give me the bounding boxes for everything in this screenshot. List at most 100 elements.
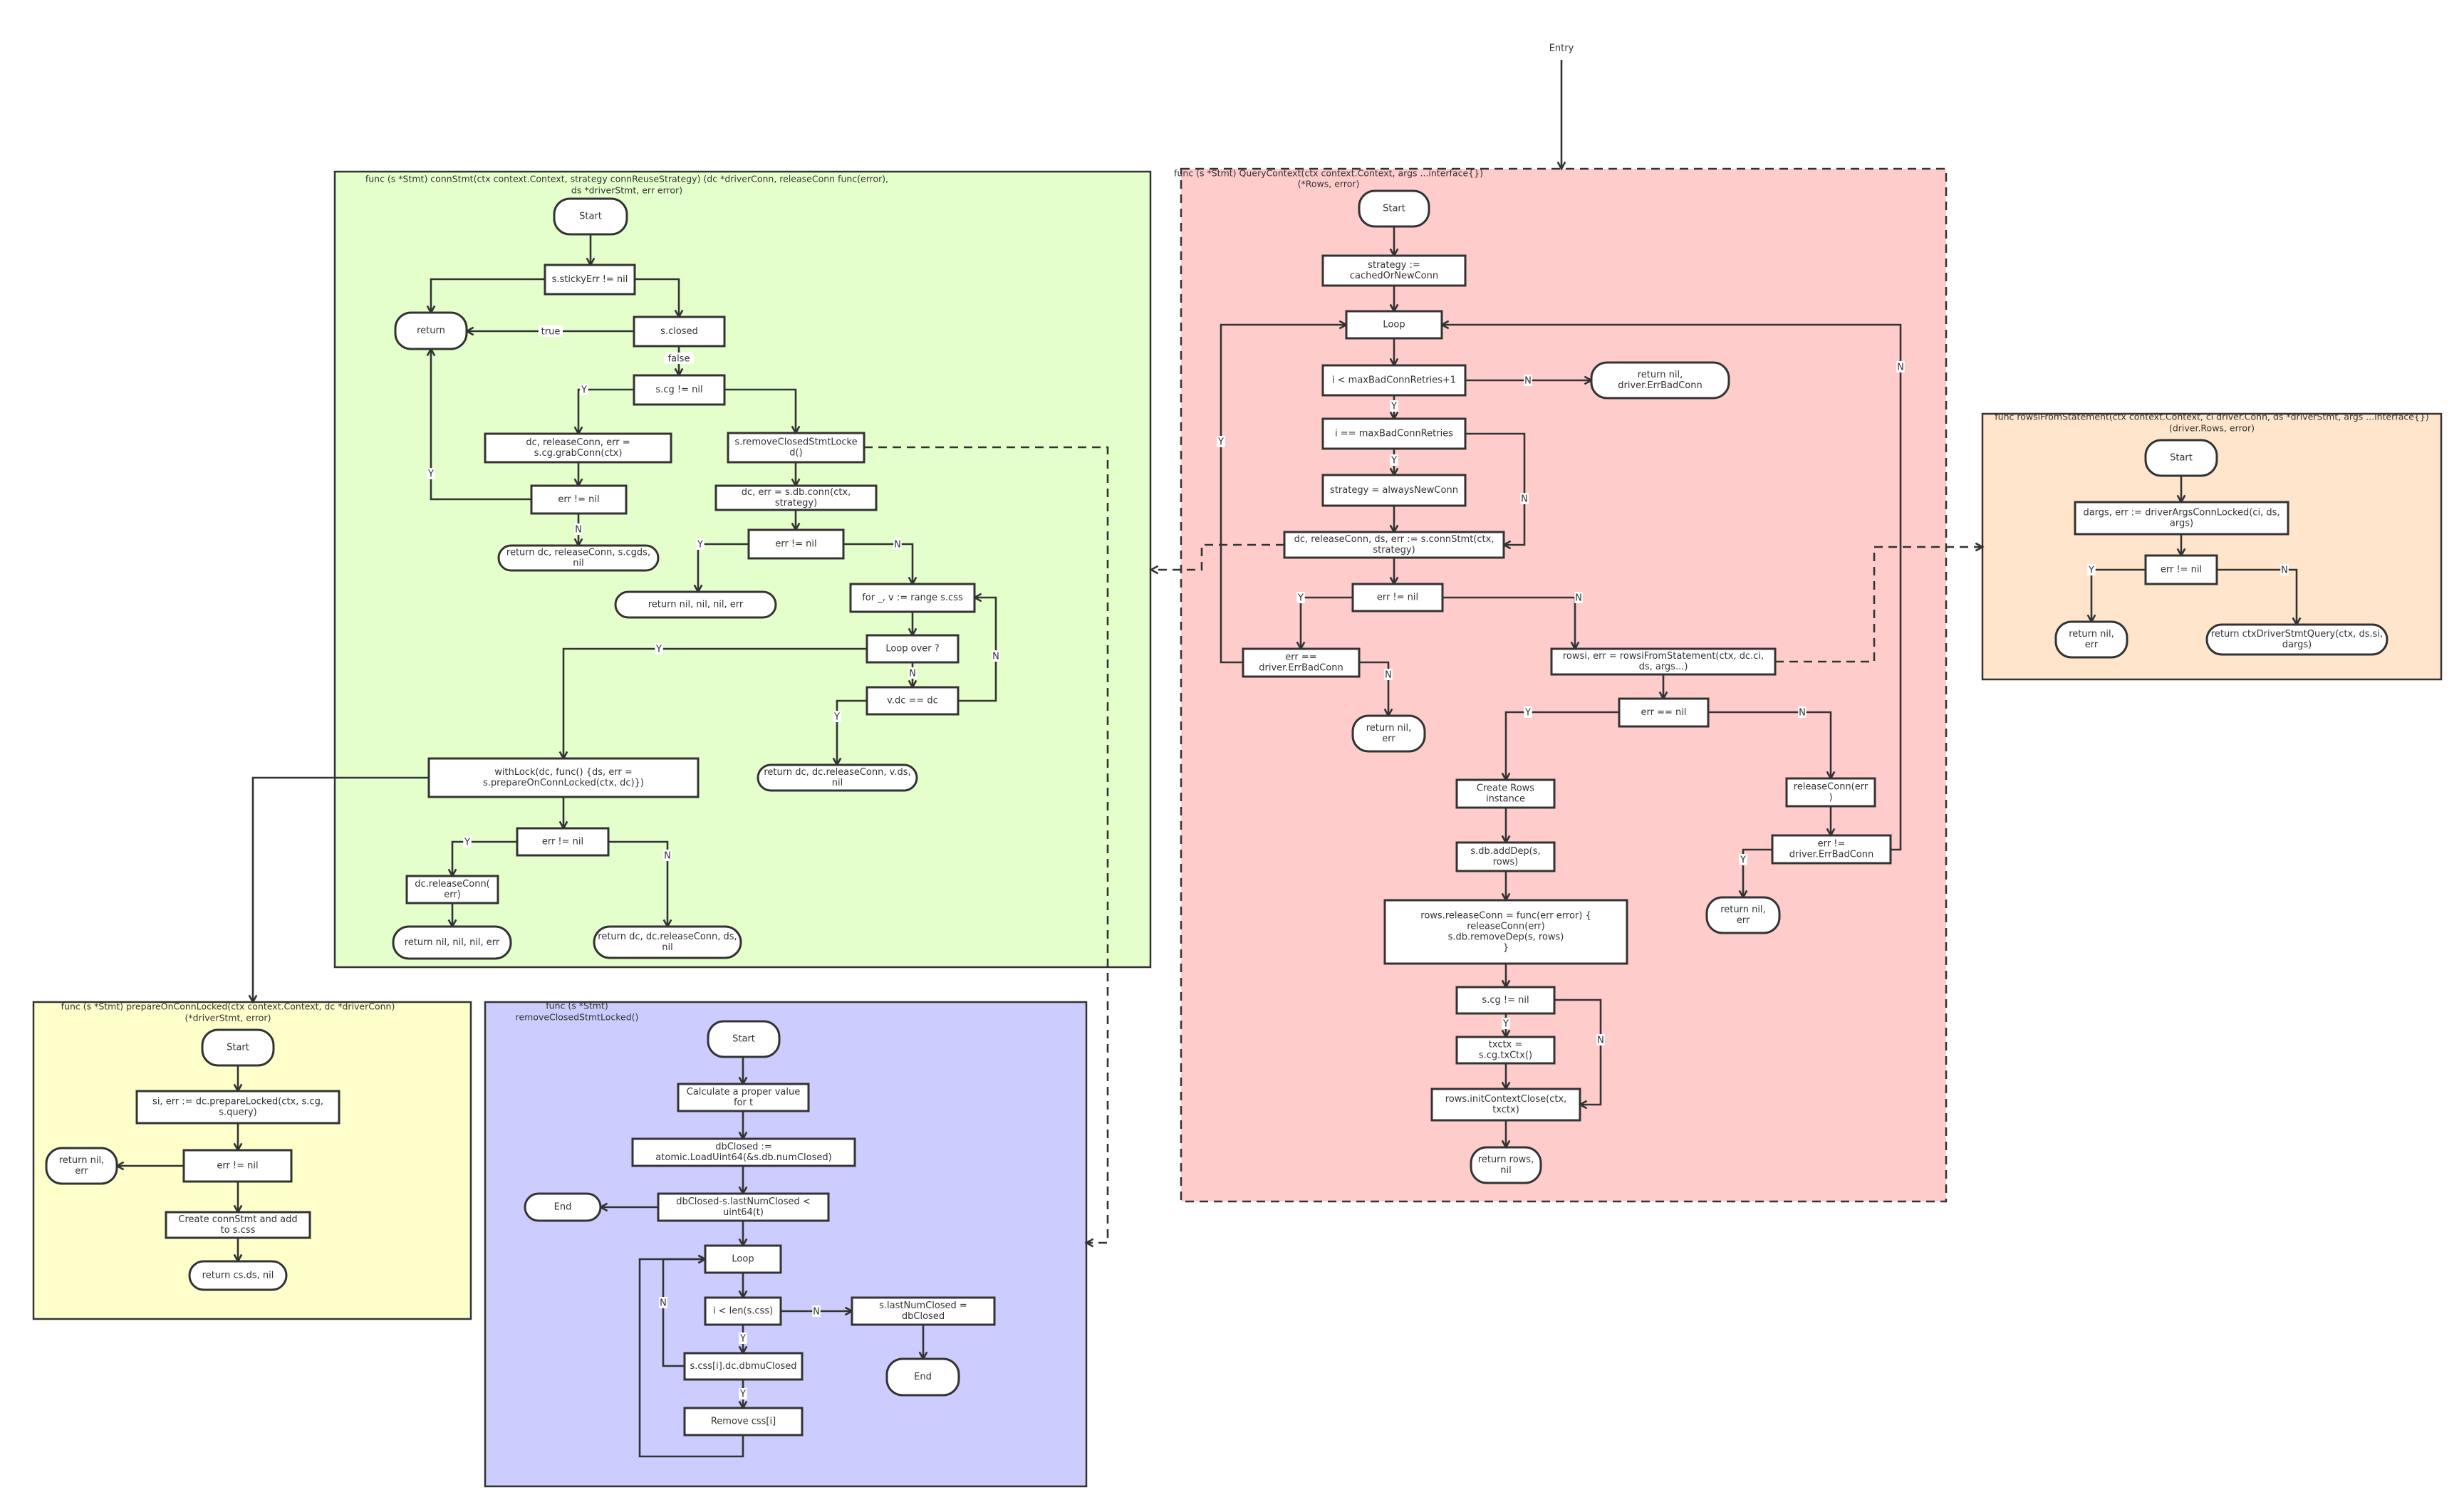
edge-label: N <box>2280 564 2289 576</box>
node-cs-return-nil-1[interactable]: return nil, nil, nil, err <box>614 590 777 619</box>
node-text: Start <box>2170 453 2193 464</box>
edge-label-text: N <box>1524 376 1532 387</box>
edge-label: N <box>908 667 917 679</box>
node-text: err == nil <box>1641 707 1687 718</box>
node-pc-return-cs[interactable]: return cs.ds, nil <box>188 1260 288 1291</box>
node-cs-return[interactable]: return <box>394 311 468 350</box>
node-cs-db-conn[interactable]: dc, err = s.db.conn(ctx,strategy) <box>714 484 878 511</box>
node-qc-init-close[interactable]: rows.initContextClose(ctx,txctx) <box>1430 1088 1581 1122</box>
node-qc-err-nil[interactable]: err == nil <box>1618 697 1710 728</box>
node-qc-release-func[interactable]: rows.releaseConn = func(err error) {rele… <box>1383 899 1628 965</box>
node-text: driver.ErrBadConn <box>1789 850 1874 860</box>
node-pc-start[interactable]: Start <box>201 1028 275 1067</box>
node-qc-return-bad-conn[interactable]: return nil,driver.ErrBadConn <box>1590 361 1730 400</box>
node-qc-rowsi-call[interactable]: rowsi, err = rowsiFromStatement(ctx, dc.… <box>1550 647 1777 676</box>
edge-label-text: true <box>541 327 561 338</box>
node-pc-create-conn-stmt[interactable]: Create connStmt and addto s.css <box>165 1211 311 1239</box>
node-qc-return-nil-err-1[interactable]: return nil,err <box>1351 714 1426 753</box>
node-cs-grab-conn[interactable]: dc, releaseConn, err =s.cg.grabConn(ctx) <box>484 432 672 464</box>
node-qc-err-bad-conn[interactable]: err ==driver.ErrBadConn <box>1242 647 1361 678</box>
edge-label: Y <box>427 468 435 480</box>
node-qc-return-rows[interactable]: return rows,nil <box>1470 1146 1542 1184</box>
node-cs-start[interactable]: Start <box>553 197 628 236</box>
node-text: End <box>914 1372 932 1382</box>
node-rc-len-check[interactable]: i < len(s.css) <box>704 1296 782 1326</box>
node-pc-prepare-locked[interactable]: si, err := dc.prepareLocked(ctx, s.cg,s.… <box>135 1090 341 1125</box>
node-rc-calc-t[interactable]: Calculate a proper valuefor t <box>677 1083 810 1112</box>
flowchart-canvas: func (s *Stmt) QueryContext(ctx context.… <box>32 43 2443 1488</box>
node-qc-conn-stmt-call[interactable]: dc, releaseConn, ds, err := s.connStmt(c… <box>1283 531 1505 559</box>
node-qc-strategy-always[interactable]: strategy = alwaysNewConn <box>1321 474 1467 507</box>
node-rc-threshold-check[interactable]: dbClosed-s.lastNumClosed <uint64(t) <box>657 1192 830 1222</box>
node-cs-release-conn[interactable]: dc.releaseConn(err) <box>405 875 499 904</box>
edge-label-text: Y <box>2088 565 2094 576</box>
node-cs-err-check-2[interactable]: err != nil <box>747 528 845 560</box>
node-cs-cg-check[interactable]: s.cg != nil <box>633 374 726 406</box>
node-cs-loop-over[interactable]: Loop over ? <box>865 634 960 664</box>
node-qc-last-retry-check[interactable]: i == maxBadConnRetries <box>1321 417 1467 450</box>
node-text: s.cg.txCtx() <box>1479 1050 1532 1061</box>
node-rc-set-last[interactable]: s.lastNumClosed =dbClosed <box>851 1296 996 1326</box>
node-rc-end-2[interactable]: End <box>885 1357 960 1397</box>
node-rc-loop[interactable]: Loop <box>704 1244 782 1274</box>
edge-label: false <box>664 353 694 365</box>
node-text: err != nil <box>1377 593 1418 603</box>
node-qc-start[interactable]: Start <box>1358 189 1430 228</box>
node-cs-sticky-err[interactable]: s.stickyErr != nil <box>544 264 636 296</box>
node-text: cachedOrNewConn <box>1350 271 1438 281</box>
node-cs-for-range[interactable]: for _, v := range s.css <box>849 583 976 613</box>
node-rc-db-closed[interactable]: dbClosed :=atomic.LoadUint64(&s.db.numCl… <box>631 1137 856 1167</box>
node-qc-err-not-bad-conn[interactable]: err !=driver.ErrBadConn <box>1771 834 1892 865</box>
edge-label-text: N <box>894 540 901 551</box>
panel-title-line: func (s *Stmt) connStmt(ctx context.Cont… <box>365 174 888 184</box>
node-text: dc.releaseConn( <box>415 879 490 890</box>
node-text: Loop <box>732 1254 754 1265</box>
node-cs-err-check-3[interactable]: err != nil <box>516 827 610 857</box>
node-qc-strategy-init[interactable]: strategy :=cachedOrNewConn <box>1321 254 1467 287</box>
edge-label: Y <box>463 836 472 848</box>
node-rs-dargs[interactable]: dargs, err := driverArgsConnLocked(ci, d… <box>2074 501 2289 536</box>
node-cs-with-lock[interactable]: withLock(dc, func() {ds, err =s.prepareO… <box>427 757 700 798</box>
node-pc-return-nil-err[interactable]: return nil,err <box>45 1147 118 1185</box>
edge-label-text: false <box>668 354 690 365</box>
node-cs-return-cgds[interactable]: return dc, releaseConn, s.cgds,nil <box>497 544 660 572</box>
node-cs-return-vds[interactable]: return dc, dc.releaseConn, v.ds,nil <box>757 763 918 792</box>
node-text: s.stickyErr != nil <box>552 274 628 285</box>
node-text: return dc, dc.releaseConn, v.ds, <box>764 767 910 778</box>
node-rs-return-nil-err[interactable]: return nil,err <box>2054 620 2128 659</box>
edge-label: Y <box>1296 592 1305 604</box>
node-rc-start[interactable]: Start <box>707 1020 781 1058</box>
node-cs-remove-closed[interactable]: s.removeClosedStmtLocked() <box>727 432 865 464</box>
node-rs-err-check[interactable]: err != nil <box>2144 554 2218 585</box>
node-rc-end-1[interactable]: End <box>524 1192 602 1222</box>
node-cs-return-nil-2[interactable]: return nil, nil, nil, err <box>392 925 512 960</box>
edge-label: Y <box>1217 436 1225 448</box>
node-text: dargs) <box>2282 640 2312 650</box>
node-qc-err-check[interactable]: err != nil <box>1351 583 1444 612</box>
node-rc-dbmu-closed[interactable]: s.css[i].dc.dbmuClosed <box>683 1352 804 1381</box>
node-cs-vdc-check[interactable]: v.dc == dc <box>865 686 960 716</box>
node-qc-loop[interactable]: Loop <box>1345 310 1443 340</box>
node-cs-err-check-1[interactable]: err != nil <box>530 484 628 515</box>
arrowhead <box>1149 565 1159 575</box>
node-text: txctx) <box>1492 1105 1519 1115</box>
node-qc-txctx[interactable]: txctx =s.cg.txCtx() <box>1455 1036 1556 1065</box>
node-text: nil <box>662 942 672 953</box>
node-rs-return-query[interactable]: return ctxDriverStmtQuery(ctx, ds.si,dar… <box>2205 623 2388 656</box>
node-text: Create connStmt and add <box>178 1214 297 1225</box>
node-text: err != nil <box>558 494 599 505</box>
node-qc-create-rows[interactable]: Create Rowsinstance <box>1455 778 1556 809</box>
edge-label-text: Y <box>1297 593 1304 604</box>
node-rs-start[interactable]: Start <box>2144 439 2218 477</box>
node-qc-retry-check[interactable]: i < maxBadConnRetries+1 <box>1321 364 1467 397</box>
edge-label-text: N <box>660 1298 667 1309</box>
node-qc-cg-check[interactable]: s.cg != nil <box>1455 986 1556 1015</box>
node-qc-add-dep[interactable]: s.db.addDep(s,rows) <box>1455 841 1556 872</box>
node-text: to s.css <box>221 1225 256 1236</box>
node-rc-remove-css[interactable]: Remove css[i] <box>683 1407 804 1436</box>
node-qc-release-conn[interactable]: releaseConn(err) <box>1785 777 1876 808</box>
node-cs-return-ds[interactable]: return dc, dc.releaseConn, ds,nil <box>593 925 742 959</box>
node-pc-err-check[interactable]: err != nil <box>182 1149 293 1183</box>
node-cs-closed[interactable]: s.closed <box>633 316 726 348</box>
node-qc-return-nil-err-2[interactable]: return nil,err <box>1705 896 1781 934</box>
